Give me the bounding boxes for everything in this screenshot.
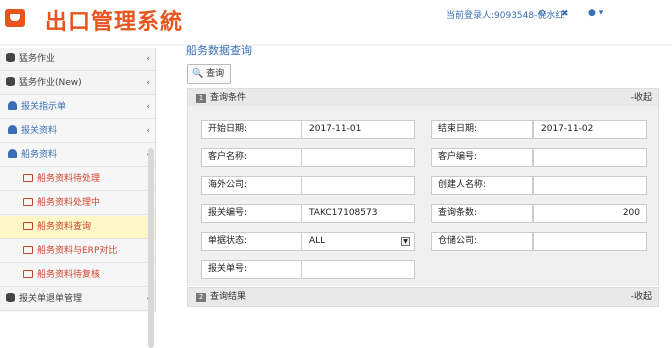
sidebar-item-label: 船务资料处理中 — [37, 198, 101, 208]
sidebar-item-shipping-ops[interactable]: 猛务作业 ‹ — [0, 48, 155, 71]
query-count-label: 查询条数: — [431, 204, 533, 223]
sidebar-scrollbar[interactable] — [148, 148, 154, 348]
warehouse-company-label: 仓储公司: — [431, 232, 533, 251]
sidebar-item-label: 猛务作业(New) — [19, 78, 82, 88]
sidebar-item-shipping-pending[interactable]: 船务资料待处理 — [0, 168, 155, 191]
list-icon — [23, 270, 33, 278]
query-button[interactable]: 🔍 查询 — [187, 64, 231, 84]
customs-doc-no-input[interactable] — [301, 260, 415, 279]
sidebar-item-label: 船务资料待复核 — [37, 270, 101, 280]
doc-status-label: 单据状态: — [201, 232, 303, 251]
database-icon — [6, 53, 15, 62]
warehouse-company-input[interactable] — [533, 232, 647, 251]
list-icon — [23, 174, 33, 182]
sidebar-item-label: 报关单退单管理 — [19, 294, 83, 304]
sidebar-item-label: 船务资料 — [21, 150, 58, 160]
users-icon — [8, 125, 17, 134]
sidebar-item-label: 船务资料待处理 — [37, 174, 101, 184]
customer-no-label: 客户编号: — [431, 148, 533, 167]
sidebar-item-shipping-data[interactable]: 船务资料 ‹ — [0, 144, 155, 167]
chevron-left-icon: ‹ — [146, 126, 150, 136]
sidebar-item-shipping-query[interactable]: 船务资料查询 — [0, 216, 155, 239]
creator-name-label: 创建人名称: — [431, 176, 533, 195]
sidebar-item-label: 船务资料与ERP对比 — [37, 246, 118, 256]
top-header: 出口管理系統 当前登录人:9093548-倪水红 ⚙ ✖ ● ▾ — [0, 0, 672, 46]
start-date-input[interactable]: 2017-11-01 — [301, 120, 415, 139]
sidebar-item-shipping-ops-new[interactable]: 猛务作业(New) ‹ — [0, 72, 155, 95]
sidebar-item-customs-data[interactable]: 报关资料 ‹ — [0, 120, 155, 143]
sidebar: 猛务作业 ‹ 猛务作业(New) ‹ 报关指示单 ‹ 报关资料 ‹ 船务资料 ‹… — [0, 48, 156, 348]
chevron-left-icon: ‹ — [146, 102, 150, 112]
sidebar-item-shipping-review[interactable]: 船务资料待复核 — [0, 264, 155, 287]
panel-number-badge: 2 — [196, 293, 206, 302]
chevron-left-icon: ‹ — [146, 78, 150, 88]
query-conditions-header: 1 查询条件 -收起 — [187, 88, 659, 108]
sidebar-item-shipping-processing[interactable]: 船务资料处理中 — [0, 192, 155, 215]
list-icon — [23, 198, 33, 206]
panel-number-badge: 1 — [196, 94, 206, 103]
search-icon: 🔍 — [192, 69, 204, 79]
customer-no-input[interactable] — [533, 148, 647, 167]
sidebar-item-customs-instruction[interactable]: 报关指示单 ‹ — [0, 96, 155, 119]
sidebar-item-label: 猛务作业 — [19, 54, 56, 64]
start-date-label: 开始日期: — [201, 120, 303, 139]
panel-title: 查询条件 — [210, 93, 247, 103]
chevron-down-icon: ▼ — [401, 237, 410, 246]
query-count-input[interactable]: 200 — [533, 204, 647, 223]
creator-name-input[interactable] — [533, 176, 647, 195]
list-icon — [23, 222, 33, 230]
customer-name-label: 客户名称: — [201, 148, 303, 167]
doc-status-value: ALL — [309, 236, 326, 246]
chevron-down-icon: ▾ — [598, 8, 604, 18]
collapse-toggle[interactable]: -收起 — [631, 288, 652, 306]
query-button-label: 查询 — [206, 69, 225, 79]
customs-no-input[interactable]: TAKC17108573 — [301, 204, 415, 223]
collapse-toggle[interactable]: -收起 — [631, 89, 652, 107]
database-icon — [6, 77, 15, 86]
query-form: 开始日期: 2017-11-01 结束日期: 2017-11-02 客户名称: … — [187, 106, 659, 286]
end-date-label: 结束日期: — [431, 120, 533, 139]
database-icon — [6, 293, 15, 302]
sidebar-item-label: 报关资料 — [21, 126, 58, 136]
settings-icon[interactable]: ⚙ — [538, 9, 546, 19]
fullscreen-icon[interactable]: ✖ — [561, 9, 569, 19]
list-icon — [23, 246, 33, 254]
user-icon: ● — [588, 8, 596, 18]
sidebar-item-shipping-erp-compare[interactable]: 船务资料与ERP对比 — [0, 240, 155, 263]
users-icon — [8, 101, 17, 110]
sidebar-item-customs-return[interactable]: 报关单退单管理 ‹ — [0, 288, 155, 311]
sidebar-item-label: 船务资料查询 — [37, 222, 92, 232]
main-content: 船务数据查询 🔍 查询 1 查询条件 -收起 开始日期: 2017-11-01 结… — [158, 44, 672, 312]
page-title: 船务数据查询 — [186, 44, 252, 57]
panel-title: 查询结果 — [210, 292, 247, 302]
overseas-company-input[interactable] — [301, 176, 415, 195]
customs-doc-no-label: 报关单号: — [201, 260, 303, 279]
current-user-label: 当前登录人:9093548-倪水红 — [446, 11, 565, 21]
user-menu[interactable]: ● ▾ — [588, 8, 603, 18]
customer-name-input[interactable] — [301, 148, 415, 167]
users-icon — [8, 149, 17, 158]
customs-no-label: 报关编号: — [201, 204, 303, 223]
app-title: 出口管理系統 — [45, 10, 184, 35]
sidebar-item-label: 报关指示单 — [21, 102, 67, 112]
doc-status-select[interactable]: ALL ▼ — [301, 232, 415, 251]
query-results-header: 2 查询结果 -收起 — [187, 287, 659, 307]
overseas-company-label: 海外公司: — [201, 176, 303, 195]
chevron-left-icon: ‹ — [146, 54, 150, 64]
ship-logo-icon — [5, 9, 25, 27]
end-date-input[interactable]: 2017-11-02 — [533, 120, 647, 139]
